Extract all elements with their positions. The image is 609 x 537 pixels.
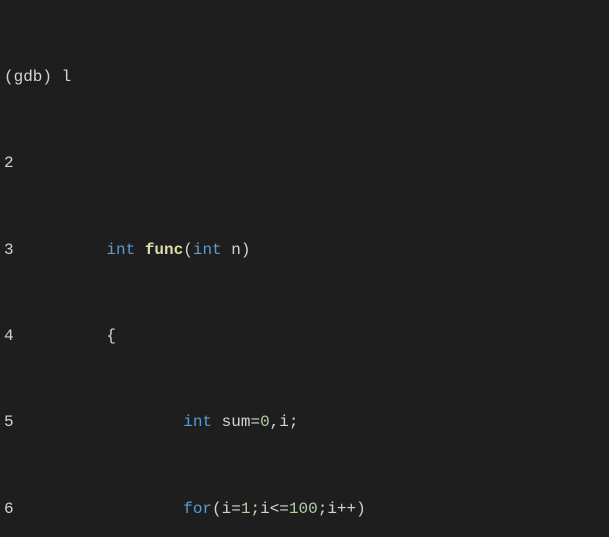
gdb-prompt-line: (gdb) l (4, 67, 605, 89)
code-content: { (68, 326, 116, 348)
source-line: 3 int func(int n) (4, 240, 605, 262)
code-content: int func(int n) (68, 240, 250, 262)
code-content: int sum=0,i; (68, 412, 299, 434)
source-line: 2 (4, 153, 605, 175)
gdb-prompt[interactable]: (gdb) l (4, 67, 71, 89)
source-line: 6 for(i=1;i<=100;i++) (4, 499, 605, 521)
line-number: 5 (4, 412, 68, 434)
line-number: 3 (4, 240, 68, 262)
line-number: 2 (4, 153, 68, 175)
code-content: for(i=1;i<=100;i++) (68, 499, 366, 521)
line-number: 6 (4, 499, 68, 521)
line-number: 4 (4, 326, 68, 348)
source-line: 5 int sum=0,i; (4, 412, 605, 434)
gdb-terminal[interactable]: (gdb) l 2 3 int func(int n) 4 { 5 int su… (0, 0, 609, 537)
source-line: 4 { (4, 326, 605, 348)
